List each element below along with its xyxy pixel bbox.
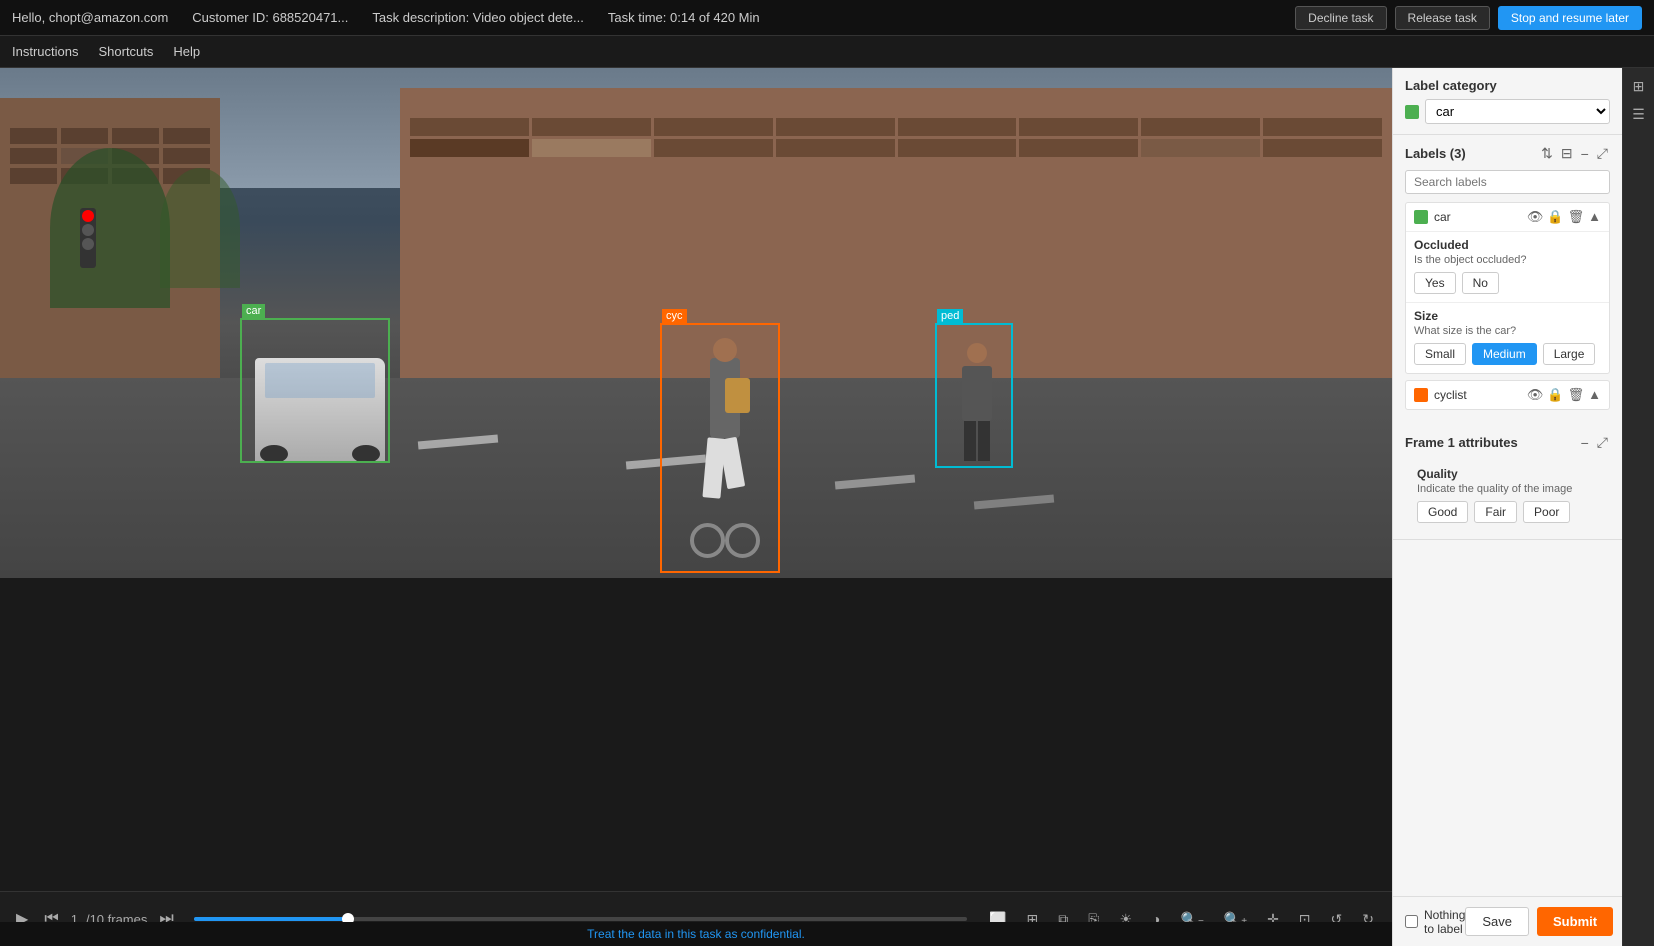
labels-sort-button[interactable]: ⇅ — [1539, 143, 1555, 164]
labels-count: Labels (3) — [1405, 146, 1466, 161]
tree-2 — [160, 168, 240, 288]
car-label-dot — [1414, 210, 1428, 224]
timeline-bar[interactable] — [194, 917, 967, 921]
nothing-to-label-label: Nothing to label — [1424, 908, 1465, 936]
confidence-text: Treat the data in this task as confident… — [587, 927, 805, 941]
side-tool-grid[interactable]: ⊞ — [1627, 74, 1651, 98]
road-marking-1 — [417, 435, 497, 450]
ped-figure — [952, 358, 1002, 468]
label-category-section: Label category car cyclist pedestrian — [1393, 68, 1622, 135]
menu-help[interactable]: Help — [173, 44, 200, 59]
size-section: Size What size is the car? Small Medium … — [1406, 302, 1609, 373]
label-category-title: Label category — [1405, 78, 1497, 93]
street-scene: car cyc ped — [0, 68, 1392, 578]
task-time: Task time: 0:14 of 420 Min — [608, 10, 760, 25]
car-collapse-icon[interactable]: ▲ — [1588, 209, 1601, 225]
decline-task-button[interactable]: Decline task — [1295, 6, 1386, 30]
labels-section: Labels (3) ⇅ ⊟ − ⤢ car 👁 🔒 🗑 — [1393, 135, 1622, 424]
car-delete-icon[interactable]: 🗑 — [1568, 209, 1585, 225]
car-wheel-right — [352, 445, 380, 463]
side-tool-list[interactable]: ☰ — [1627, 102, 1651, 126]
panel-spacer — [1393, 540, 1622, 896]
save-button[interactable]: Save — [1465, 907, 1529, 936]
label-category-select[interactable]: car cyclist pedestrian — [1425, 99, 1610, 124]
cyclist-label-name: cyclist — [1434, 388, 1521, 402]
frame-attrs-minimize-btn[interactable]: − — [1579, 432, 1591, 453]
menu-shortcuts[interactable]: Shortcuts — [98, 44, 153, 59]
labels-expand-button[interactable]: ⤢ — [1595, 143, 1610, 164]
quality-section: Quality Indicate the quality of the imag… — [1405, 459, 1610, 531]
cyclist-figure — [685, 358, 765, 558]
bbox-car-label: car — [242, 304, 265, 318]
cyclist-hide-icon[interactable]: 👁 — [1527, 387, 1544, 403]
frame-attributes-section: Frame 1 attributes − ⤢ Quality Indicate … — [1393, 424, 1622, 540]
side-toolbar: ⊞ ☰ — [1622, 68, 1654, 946]
panel-bottom-actions: Nothing to label Save Submit — [1393, 896, 1622, 946]
main-layout: car cyc ped ▶ ⏮ 1 /10 frames — [0, 68, 1654, 946]
road-marking-3 — [835, 475, 915, 490]
occluded-yes-btn[interactable]: Yes — [1414, 272, 1456, 294]
canvas-area[interactable]: car cyc ped ▶ ⏮ 1 /10 frames — [0, 68, 1392, 946]
quality-title: Quality — [1417, 467, 1598, 481]
confidence-bar: Treat the data in this task as confident… — [0, 922, 1392, 946]
tree-1 — [50, 148, 170, 308]
right-panel: Label category car cyclist pedestrian La… — [1392, 68, 1622, 946]
car-hide-icon[interactable]: 👁 — [1527, 209, 1544, 225]
car-lock-icon[interactable]: 🔒 — [1547, 209, 1563, 225]
quality-poor-btn[interactable]: Poor — [1523, 501, 1570, 523]
size-small-btn[interactable]: Small — [1414, 343, 1466, 365]
frame-attrs-expand-btn[interactable]: ⤢ — [1595, 432, 1610, 453]
occluded-section: Occluded Is the object occluded? Yes No — [1406, 231, 1609, 302]
size-large-btn[interactable]: Large — [1543, 343, 1596, 365]
dark-video-area — [0, 578, 1392, 891]
road-marking-4 — [974, 495, 1054, 510]
traffic-light-yellow — [82, 224, 94, 236]
traffic-light-red — [82, 210, 94, 222]
cyclist-delete-icon[interactable]: 🗑 — [1568, 387, 1585, 403]
menu-bar: Instructions Shortcuts Help — [0, 36, 1654, 68]
car-windshield — [265, 363, 375, 398]
nothing-to-label-checkbox[interactable] — [1405, 915, 1418, 928]
cyclist-lock-icon[interactable]: 🔒 — [1547, 387, 1563, 403]
stop-resume-button[interactable]: Stop and resume later — [1498, 6, 1642, 30]
customer-id: Customer ID: 688520471... — [192, 10, 348, 25]
quality-description: Indicate the quality of the image — [1417, 483, 1598, 495]
user-greeting: Hello, chopt@amazon.com — [12, 10, 168, 25]
frame-attrs-title: Frame 1 attributes — [1405, 435, 1518, 450]
top-bar: Hello, chopt@amazon.com Customer ID: 688… — [0, 0, 1654, 36]
labels-minimize-button[interactable]: − — [1579, 143, 1591, 164]
size-title: Size — [1414, 309, 1601, 323]
occluded-title: Occluded — [1414, 238, 1601, 252]
submit-button[interactable]: Submit — [1537, 907, 1613, 936]
car-label-name: car — [1434, 210, 1521, 224]
quality-fair-btn[interactable]: Fair — [1474, 501, 1517, 523]
menu-instructions[interactable]: Instructions — [12, 44, 78, 59]
occluded-no-btn[interactable]: No — [1462, 272, 1499, 294]
timeline-progress — [194, 917, 349, 921]
label-item-car: car 👁 🔒 🗑 ▲ Occluded Is the object occlu… — [1405, 202, 1610, 374]
size-medium-btn[interactable]: Medium — [1472, 343, 1537, 365]
occluded-question: Is the object occluded? — [1414, 254, 1601, 266]
task-description: Task description: Video object dete... — [372, 10, 584, 25]
labels-filter-button[interactable]: ⊟ — [1559, 143, 1575, 164]
release-task-button[interactable]: Release task — [1395, 6, 1490, 30]
label-color-dot — [1405, 105, 1419, 119]
video-frame: car cyc ped — [0, 68, 1392, 578]
traffic-light-green — [82, 238, 94, 250]
car-vehicle — [255, 358, 385, 463]
search-labels-input[interactable] — [1405, 170, 1610, 194]
label-item-cyclist: cyclist 👁 🔒 🗑 ▲ — [1405, 380, 1610, 410]
cyclist-label-dot — [1414, 388, 1428, 402]
cyclist-collapse-icon[interactable]: ▲ — [1588, 387, 1601, 403]
size-question: What size is the car? — [1414, 325, 1601, 337]
car-wheel-left — [260, 445, 288, 463]
building-center — [400, 88, 1392, 428]
traffic-light-pole — [80, 208, 96, 268]
quality-good-btn[interactable]: Good — [1417, 501, 1468, 523]
